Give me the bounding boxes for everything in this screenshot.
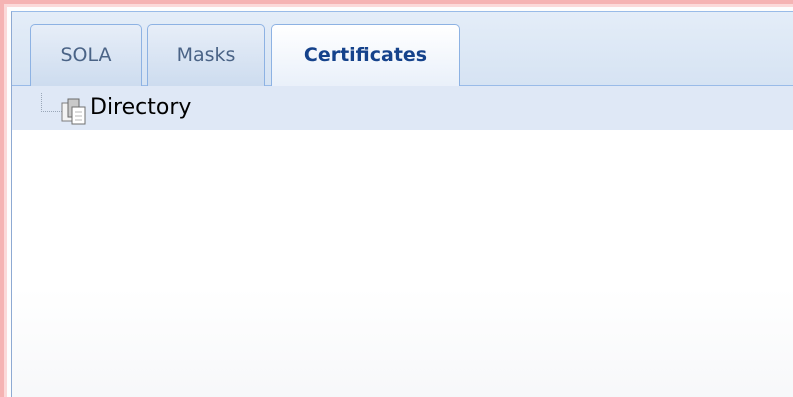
tree-node-directory[interactable]: Directory: [12, 86, 793, 130]
tab-masks[interactable]: Masks: [147, 24, 265, 86]
tab-strip: SOLA Masks Certificates: [12, 12, 793, 87]
directory-tree: Directory: [12, 86, 793, 397]
tab-panel: SOLA Masks Certificates Directory: [11, 11, 793, 397]
tree-elbow-line: [41, 93, 62, 112]
folder-stack-icon: [60, 97, 90, 127]
tab-sola[interactable]: SOLA: [30, 24, 142, 86]
tab-certificates[interactable]: Certificates: [271, 24, 460, 87]
bottom-fade: [12, 288, 793, 397]
tree-node-label: Directory: [90, 95, 192, 120]
